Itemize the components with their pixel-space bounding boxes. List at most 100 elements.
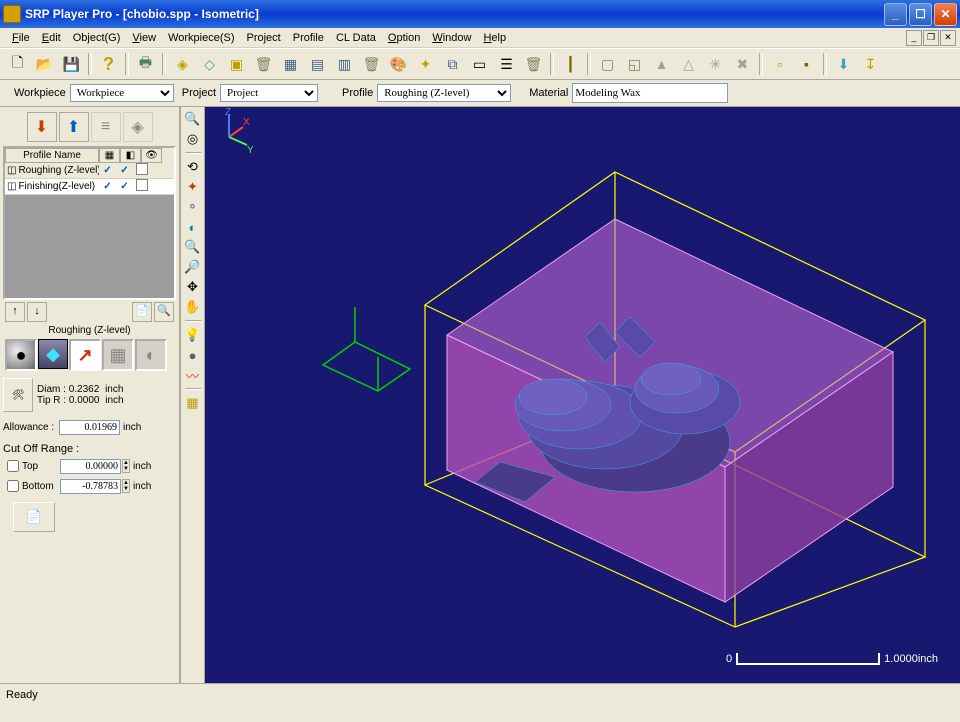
tb-x[interactable]: ✖	[730, 52, 755, 76]
top-spinner[interactable]: ▲▼	[122, 459, 130, 473]
rail-rotate[interactable]: ⟲	[184, 158, 202, 176]
tb-box[interactable]: ▢	[595, 52, 620, 76]
menu-object[interactable]: Object(G)	[67, 31, 127, 45]
menu-workpiece[interactable]: Workpiece(S)	[162, 31, 240, 45]
axis-indicator: Z X Y	[205, 107, 253, 155]
preset-row: ● ◆ ↗ ▦ ◐	[3, 339, 176, 375]
tb-page[interactable]: ▭	[467, 52, 492, 76]
rail-spark[interactable]: ✦	[184, 178, 202, 196]
menu-project[interactable]: Project	[241, 31, 287, 45]
menu-window[interactable]: Window	[426, 31, 477, 45]
profile-row-0[interactable]: ◫Roughing (Z-level) ✓ ✓	[5, 163, 174, 179]
tb-upload[interactable]: ↧	[858, 52, 883, 76]
tb-star[interactable]: ✦	[413, 52, 438, 76]
maximize-button[interactable]: ☐	[909, 3, 932, 26]
help-button[interactable]: ?	[96, 52, 121, 76]
rail-grid[interactable]: ▦	[184, 394, 202, 412]
tb-win1[interactable]: ▦	[278, 52, 303, 76]
rail-zoom-out[interactable]: 🔎	[184, 258, 202, 276]
minimize-button[interactable]: _	[884, 3, 907, 26]
tb-trash2[interactable]: 🗑	[359, 52, 384, 76]
rail-light[interactable]: 💡	[184, 326, 202, 344]
lp-btn4[interactable]: ◈	[123, 112, 153, 142]
col-icon1[interactable]: ▦	[99, 148, 120, 163]
rail-sphere[interactable]: ●	[184, 346, 202, 364]
apply-button[interactable]: 📄	[13, 502, 55, 532]
tb-trash3[interactable]: 🗑	[521, 52, 546, 76]
tb-gear[interactable]: ✳	[703, 52, 728, 76]
preset-sphere[interactable]: ●	[5, 339, 37, 371]
rail-zoom-fit[interactable]: 🔍	[184, 110, 202, 128]
top-input[interactable]	[60, 459, 121, 474]
tb-cube3[interactable]: ▣	[224, 52, 249, 76]
menu-edit[interactable]: Edit	[36, 31, 67, 45]
open-button[interactable]: 📂	[32, 52, 57, 76]
profile-select[interactable]: Roughing (Z-level)	[377, 84, 511, 102]
statusbar: Ready	[0, 683, 960, 706]
tb-sel[interactable]: ◱	[622, 52, 647, 76]
menu-option[interactable]: Option	[382, 31, 426, 45]
tb-layers[interactable]: ☰	[494, 52, 519, 76]
scale-bar: 0 1.0000inch	[722, 653, 942, 665]
tb-cube1[interactable]: ◈	[170, 52, 195, 76]
svg-text:Y: Y	[247, 145, 253, 155]
preset-grid[interactable]: ▦	[102, 339, 134, 371]
mdi-restore-button[interactable]: ❐	[923, 30, 939, 46]
allowance-input[interactable]	[59, 420, 120, 435]
move-down-button[interactable]: ↓	[27, 302, 47, 322]
tb-download[interactable]: ⬇	[831, 52, 856, 76]
tb-t1[interactable]: ▲	[649, 52, 674, 76]
tb-sq2[interactable]: ▪	[794, 52, 819, 76]
rail-move[interactable]: ✥	[184, 278, 202, 296]
current-profile-label: Roughing (Z-level)	[3, 324, 176, 339]
zoom-button[interactable]: 🔍	[154, 302, 174, 322]
menu-file[interactable]: File	[6, 31, 36, 45]
rail-zoom-in[interactable]: 🔍	[184, 238, 202, 256]
col-icon2[interactable]: ◧	[120, 148, 141, 163]
print-button[interactable]: 🖶	[133, 52, 158, 76]
preset-arrow[interactable]: ↗	[69, 339, 101, 371]
lp-btn1[interactable]: ⬇	[27, 112, 57, 142]
tb-drill[interactable]: ┃	[558, 52, 583, 76]
rail-target[interactable]: ◎	[184, 130, 202, 148]
tb-trash1[interactable]: 🗑	[251, 52, 276, 76]
rail-contrast[interactable]: ◐	[184, 218, 202, 236]
lp-btn2[interactable]: ⬆	[59, 112, 89, 142]
move-up-button[interactable]: ↑	[5, 302, 25, 322]
tb-copy[interactable]: ⧉	[440, 52, 465, 76]
top-checkbox[interactable]	[7, 460, 19, 472]
save-button[interactable]: 💾	[59, 52, 84, 76]
preset-contrast[interactable]: ◐	[135, 339, 167, 371]
rail-hand[interactable]: ✋	[184, 298, 202, 316]
close-button[interactable]: ✕	[934, 3, 957, 26]
menu-cldata[interactable]: CL Data	[330, 31, 382, 45]
bottom-spinner[interactable]: ▲▼	[122, 479, 130, 493]
menu-profile[interactable]: Profile	[287, 31, 330, 45]
tool-params: 🛠 Diam : 0.2362 inch Tip R : 0.0000 inch…	[3, 375, 176, 540]
menubar: File Edit Object(G) View Workpiece(S) Pr…	[0, 28, 960, 48]
tb-t2[interactable]: △	[676, 52, 701, 76]
tool-icon[interactable]: 🛠	[3, 378, 33, 412]
menu-help[interactable]: Help	[477, 31, 512, 45]
preset-cube[interactable]: ◆	[38, 339, 68, 369]
rail-wave[interactable]: 〰	[184, 366, 202, 384]
project-select[interactable]: Project	[220, 84, 318, 102]
workpiece-select[interactable]: Workpiece	[70, 84, 174, 102]
bottom-checkbox[interactable]	[7, 480, 19, 492]
profile-row-1[interactable]: ◫Finishing(Z-level) ✓ ✓	[5, 179, 174, 195]
tb-cube2[interactable]: ◇	[197, 52, 222, 76]
bottom-input[interactable]	[60, 479, 121, 494]
col-icon3[interactable]: 👁	[141, 148, 162, 163]
tb-win2[interactable]: ▤	[305, 52, 330, 76]
rail-atom[interactable]: ⚬	[184, 198, 202, 216]
menu-view[interactable]: View	[126, 31, 162, 45]
new-button[interactable]: 🗋	[5, 52, 30, 76]
viewport[interactable]: Z X Y 0 1.0000inch	[205, 107, 960, 683]
mdi-close-button[interactable]: ✕	[940, 30, 956, 46]
lp-btn3[interactable]: ≡	[91, 112, 121, 142]
tb-palette[interactable]: 🎨	[386, 52, 411, 76]
tb-win3[interactable]: ▥	[332, 52, 357, 76]
tb-sq1[interactable]: ▫	[767, 52, 792, 76]
mdi-minimize-button[interactable]: _	[906, 30, 922, 46]
props-button[interactable]: 📄	[132, 302, 152, 322]
